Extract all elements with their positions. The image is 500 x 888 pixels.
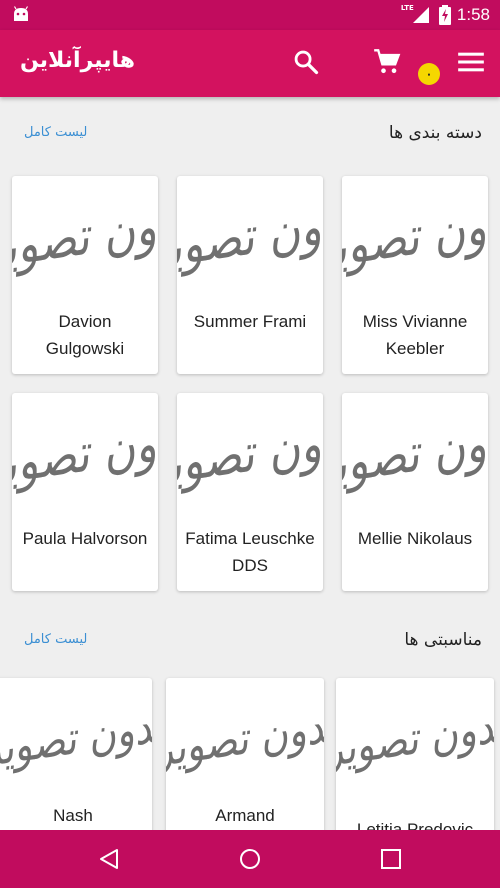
no-image-placeholder: بدون تصویر xyxy=(0,699,152,777)
no-image-placeholder: بدون تصویر xyxy=(166,699,324,777)
occasions-full-list-link[interactable]: لیست کامل xyxy=(24,632,87,647)
no-image-placeholder: بدون تصویر xyxy=(336,699,494,777)
back-icon[interactable] xyxy=(98,848,120,870)
category-name: Fatima Leuschke DDS xyxy=(185,529,315,575)
no-image-placeholder: بدون تصویر xyxy=(342,190,488,282)
category-name: Davion Gulgowski xyxy=(45,312,125,358)
battery-icon xyxy=(438,5,451,25)
recents-icon[interactable] xyxy=(380,848,402,870)
cart-count-badge: ۰ xyxy=(418,63,440,85)
category-name: Miss Vivianne Keebler xyxy=(362,312,468,358)
category-card[interactable]: بدون تصویر Miss Vivianne Keebler xyxy=(342,176,488,374)
category-card[interactable]: بدون تصویر Fatima Leuschke DDS xyxy=(177,393,323,591)
system-nav-bar xyxy=(0,830,500,888)
status-bar: LTE 1:58 xyxy=(0,0,500,30)
no-image-placeholder: بدون تصویر xyxy=(342,407,488,499)
network-label: LTE xyxy=(400,4,414,12)
categories-title: دسته بندی ها xyxy=(388,123,482,143)
menu-icon[interactable] xyxy=(457,48,485,76)
category-name: Summer Frami xyxy=(193,312,307,331)
categories-full-list-link[interactable]: لیست کامل xyxy=(24,125,87,140)
android-icon xyxy=(13,6,29,21)
category-name: Mellie Nikolaus xyxy=(357,529,473,548)
category-card[interactable]: بدون تصویر Summer Frami xyxy=(177,176,323,374)
signal-icon: LTE xyxy=(401,0,433,30)
category-card[interactable]: بدون تصویر Mellie Nikolaus xyxy=(342,393,488,591)
home-icon[interactable] xyxy=(239,848,261,870)
category-card[interactable]: بدون تصویر Paula Halvorson xyxy=(12,393,158,591)
occasion-name: Armand xyxy=(215,806,275,825)
no-image-placeholder: بدون تصویر xyxy=(177,190,323,282)
occasions-title: مناسبتی ها xyxy=(404,630,482,650)
category-name: Paula Halvorson xyxy=(22,529,148,548)
search-icon[interactable] xyxy=(292,48,320,76)
app-title: هایپرآنلاین xyxy=(20,48,136,73)
no-image-placeholder: بدون تصویر xyxy=(177,407,323,499)
cart-icon[interactable] xyxy=(373,48,401,76)
no-image-placeholder: بدون تصویر xyxy=(12,407,158,499)
occasion-name: Nash xyxy=(53,806,93,825)
no-image-placeholder: بدون تصویر xyxy=(12,190,158,282)
category-card[interactable]: بدون تصویر Davion Gulgowski xyxy=(12,176,158,374)
clock: 1:58 xyxy=(456,5,490,24)
